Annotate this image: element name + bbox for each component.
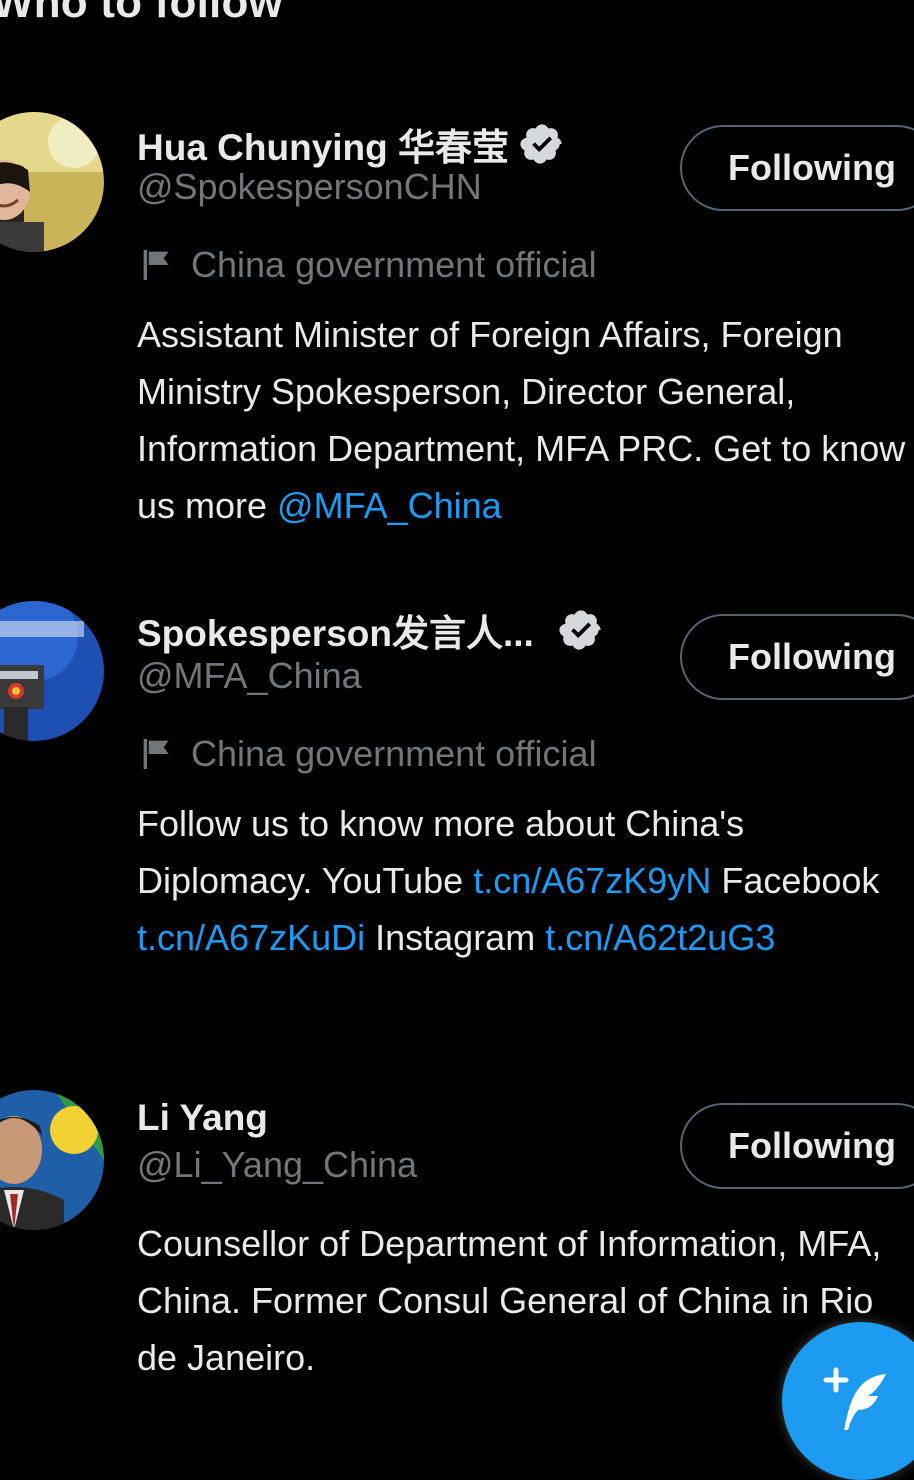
name-row: Li Yang bbox=[137, 1094, 268, 1142]
account-handle[interactable]: @SpokespersonCHN bbox=[137, 166, 482, 208]
affiliation-text: China government official bbox=[191, 733, 597, 774]
account-handle[interactable]: @MFA_China bbox=[137, 655, 362, 697]
bio-link[interactable]: t.cn/A67zKuDi bbox=[137, 917, 365, 958]
avatar[interactable] bbox=[0, 1090, 104, 1230]
account-bio: Follow us to know more about China's Dip… bbox=[137, 795, 907, 966]
account-handle[interactable]: @Li_Yang_China bbox=[137, 1144, 417, 1186]
affiliation-label: China government official bbox=[137, 244, 597, 286]
bio-link[interactable]: t.cn/A67zK9yN bbox=[473, 860, 711, 901]
compose-tweet-icon bbox=[823, 1367, 886, 1430]
verified-badge-icon bbox=[520, 124, 562, 164]
bio-text: Assistant Minister of Foreign Affairs, F… bbox=[137, 314, 906, 526]
account-name: Li Yang bbox=[137, 1097, 268, 1138]
flag-icon bbox=[143, 739, 169, 769]
name-row: Spokesperson发言人... bbox=[137, 606, 604, 654]
account-bio: Assistant Minister of Foreign Affairs, F… bbox=[137, 306, 907, 534]
who-to-follow-page: Who to follow Hua Chunying 华春莹 @Spokespe… bbox=[0, 0, 914, 1480]
affiliation-text: China government official bbox=[191, 244, 597, 285]
following-button[interactable]: Following bbox=[680, 614, 914, 700]
following-button[interactable]: Following bbox=[680, 1103, 914, 1189]
account-card[interactable]: Hua Chunying 华春莹 @SpokespersonCHN China … bbox=[0, 112, 914, 532]
name-row: Hua Chunying 华春莹 bbox=[137, 120, 565, 168]
avatar[interactable] bbox=[0, 112, 104, 252]
account-name: Spokesperson发言人... bbox=[137, 613, 534, 654]
bio-text: Facebook bbox=[711, 860, 880, 901]
flag-icon bbox=[143, 250, 169, 280]
bio-text: Instagram bbox=[365, 917, 546, 958]
bio-text: Counsellor of Department of Information,… bbox=[137, 1223, 882, 1378]
account-name: Hua Chunying 华春莹 bbox=[137, 127, 510, 168]
account-card[interactable]: Spokesperson发言人... @MFA_China China gove… bbox=[0, 601, 914, 1021]
following-button[interactable]: Following bbox=[680, 125, 914, 211]
avatar[interactable] bbox=[0, 601, 104, 741]
account-bio: Counsellor of Department of Information,… bbox=[137, 1215, 907, 1386]
account-card[interactable]: Li Yang @Li_Yang_China Counsellor of Dep… bbox=[0, 1090, 914, 1390]
bio-link[interactable]: @MFA_China bbox=[277, 485, 502, 526]
affiliation-label: China government official bbox=[137, 733, 597, 775]
section-title: Who to follow bbox=[0, 0, 283, 27]
verified-badge-icon bbox=[559, 610, 601, 650]
bio-link[interactable]: t.cn/A62t2uG3 bbox=[545, 917, 775, 958]
